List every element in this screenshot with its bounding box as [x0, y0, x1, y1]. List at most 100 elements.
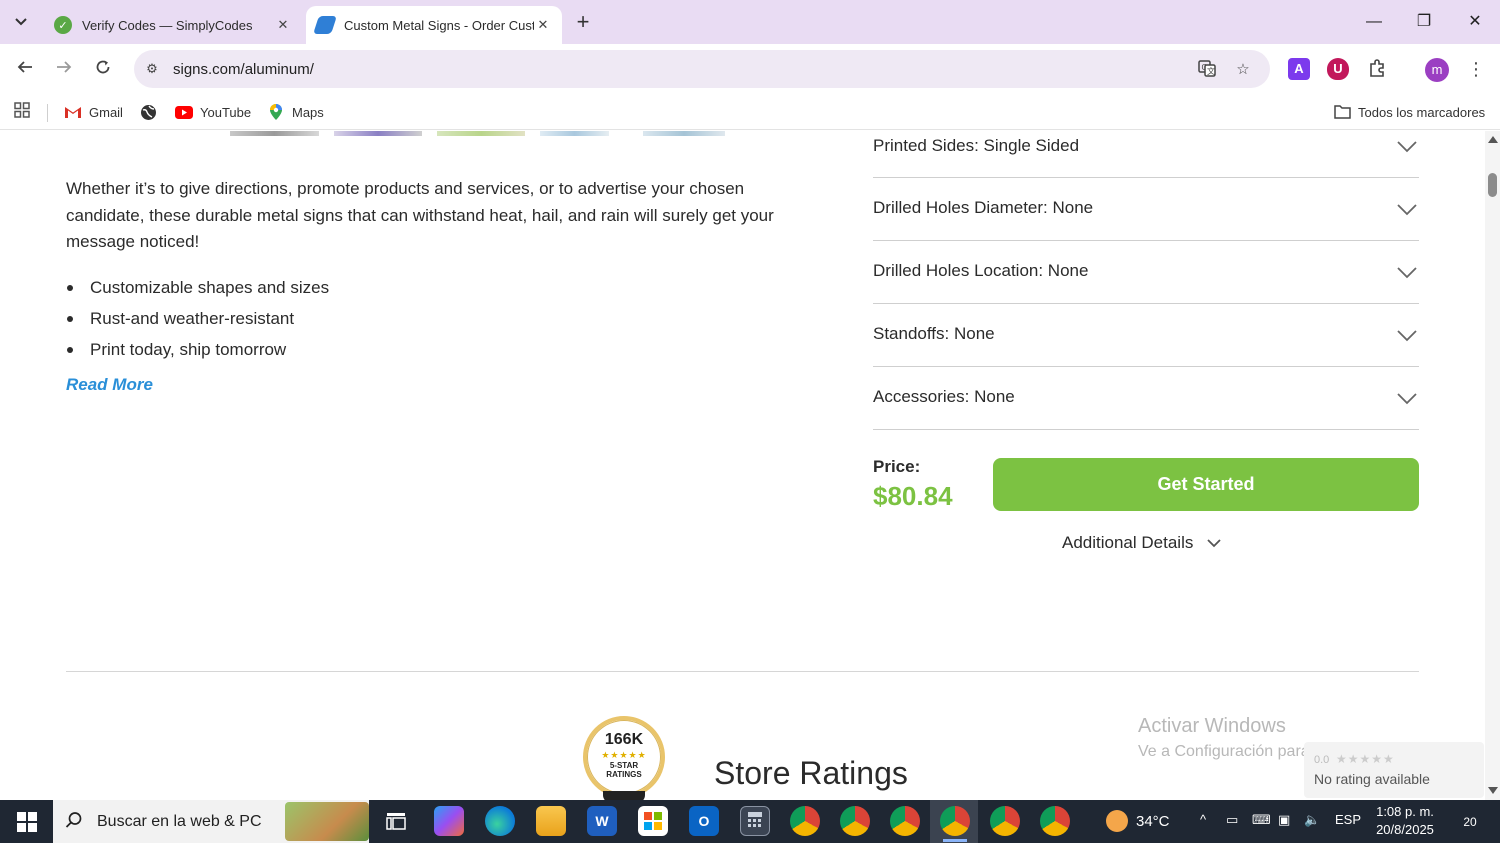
chevron-down-icon [1397, 141, 1417, 153]
badge-line: 5-STAR [609, 761, 639, 770]
signs-icon [313, 16, 337, 34]
search-placeholder: Buscar en la web & PC [97, 813, 262, 830]
option-standoffs[interactable]: Standoffs: None [873, 304, 1419, 367]
bookmark-youtube[interactable]: YouTube [175, 102, 251, 122]
all-bookmarks-button[interactable]: Todos los marcadores [1333, 102, 1485, 122]
bookmark-maps[interactable]: Maps [267, 102, 324, 122]
option-accessories[interactable]: Accessories: None [873, 367, 1419, 430]
start-button[interactable] [0, 800, 53, 843]
network-icon[interactable]: ▣ [1278, 812, 1290, 828]
edge-icon[interactable] [485, 806, 515, 836]
rating-score: 0.0 [1314, 754, 1330, 766]
site-info-icon[interactable]: ⚙ [142, 59, 162, 79]
translate-icon[interactable]: G文 [1196, 59, 1218, 81]
page-scrollbar[interactable] [1485, 131, 1500, 800]
bookmark-globe[interactable] [139, 102, 164, 122]
all-bookmarks-label: Todos los marcadores [1358, 104, 1486, 120]
chrome-profile-icon[interactable] [940, 806, 970, 842]
tab-simplycodes[interactable]: ✓ Verify Codes — SimplyCodes ✕ [44, 6, 302, 44]
product-thumbnail[interactable] [643, 131, 725, 136]
product-thumbnail[interactable] [540, 131, 609, 136]
input-icon[interactable]: ⌨ [1252, 812, 1271, 828]
tab-signs[interactable]: Custom Metal Signs - Order Custom Alumin… [306, 6, 562, 44]
read-more-link[interactable]: Read More [66, 375, 153, 395]
url-text[interactable]: signs.com/aluminum/ [173, 61, 314, 78]
notification-center-icon[interactable]: 20 [1455, 809, 1485, 835]
option-drilled-holes-location[interactable]: Drilled Holes Location: None [873, 241, 1419, 304]
minimize-button[interactable]: — [1350, 8, 1398, 36]
bookmark-star-icon[interactable]: ☆ [1232, 59, 1254, 81]
chrome-profile-icon[interactable] [890, 806, 920, 836]
profile-avatar[interactable]: m [1425, 58, 1449, 82]
maps-icon [267, 104, 285, 120]
chevron-down-icon [1397, 393, 1417, 405]
badge-stars-icon: ★★★★★ [601, 750, 647, 760]
globe-icon [139, 104, 157, 120]
rating-widget[interactable]: 0.0 ★★★★★ No rating available [1304, 742, 1484, 798]
file-explorer-icon[interactable] [536, 806, 566, 836]
chrome-profile-icon[interactable] [840, 806, 870, 836]
feature-item: Rust-and weather-resistant [66, 303, 766, 334]
chevron-down-icon [15, 18, 27, 26]
new-tab-button[interactable]: + [570, 10, 596, 36]
option-printed-sides[interactable]: Printed Sides: Single Sided [873, 131, 1419, 178]
volume-icon[interactable]: 🔈 [1304, 812, 1320, 828]
chevron-down-icon [1397, 267, 1417, 279]
back-arrow-icon [17, 61, 32, 73]
windows-taskbar: Buscar en la web & PC W O 34°C ^ ▭ ⌨ ▣ 🔈… [0, 800, 1500, 843]
chevron-down-icon [1397, 330, 1417, 342]
outlook-icon[interactable]: O [689, 806, 719, 836]
scroll-up-icon[interactable] [1488, 136, 1498, 143]
chrome-profile-icon[interactable] [1040, 806, 1070, 836]
bookmark-label: YouTube [200, 104, 252, 120]
scroll-down-icon[interactable] [1488, 787, 1498, 794]
chevron-up-icon[interactable]: ^ [1200, 812, 1206, 827]
weather-temp: 34°C [1136, 812, 1170, 830]
scroll-thumb[interactable] [1488, 173, 1497, 197]
feature-list: Customizable shapes and sizes Rust-and w… [66, 272, 766, 365]
get-started-button[interactable]: Get Started [993, 458, 1419, 511]
meet-icon[interactable]: ▭ [1226, 812, 1238, 828]
option-label: Drilled Holes Diameter: None [873, 198, 1094, 217]
back-button[interactable] [11, 55, 39, 83]
language-indicator[interactable]: ESP [1335, 812, 1361, 827]
extensions-icon[interactable] [1367, 58, 1389, 80]
tab-search-button[interactable] [6, 8, 36, 36]
option-label: Accessories: None [873, 387, 1015, 406]
bookmark-gmail[interactable]: Gmail [64, 102, 123, 122]
weather-widget[interactable]: 34°C [1106, 810, 1170, 832]
system-clock[interactable]: 1:08 p. m. 20/8/2025 [1360, 803, 1450, 839]
address-bar[interactable]: ⚙ signs.com/aluminum/ G文 ☆ [134, 50, 1270, 88]
close-icon[interactable]: ✕ [274, 17, 292, 33]
calculator-icon[interactable] [740, 806, 770, 836]
chrome-profile-icon[interactable] [990, 806, 1020, 836]
page-content: Whether it’s to give directions, promote… [0, 131, 1485, 800]
copilot-icon[interactable] [434, 806, 464, 836]
reload-button[interactable] [89, 55, 117, 83]
task-view-icon[interactable] [381, 806, 411, 836]
option-drilled-holes-diameter[interactable]: Drilled Holes Diameter: None [873, 178, 1419, 241]
product-thumbnail[interactable] [334, 131, 422, 136]
a-extension-icon[interactable]: A [1288, 58, 1310, 80]
weather-sun-icon [1106, 810, 1128, 832]
product-thumbnail[interactable] [230, 131, 319, 136]
taskbar-search[interactable]: Buscar en la web & PC [53, 800, 369, 843]
chrome-profile-icon[interactable] [790, 806, 820, 836]
store-icon[interactable] [638, 806, 668, 836]
option-label: Standoffs: None [873, 324, 995, 343]
restore-button[interactable]: ❐ [1400, 8, 1448, 36]
product-thumbnail[interactable] [437, 131, 525, 136]
menu-kebab-icon[interactable]: ⋮ [1466, 56, 1486, 82]
additional-details-toggle[interactable]: Additional Details [1062, 533, 1221, 553]
search-icon [65, 811, 83, 834]
close-window-button[interactable]: ✕ [1451, 8, 1499, 36]
badge-line: RATINGS [606, 770, 642, 779]
close-icon[interactable]: ✕ [534, 17, 552, 33]
ublock-icon[interactable]: U [1327, 58, 1349, 80]
rating-status: No rating available [1314, 771, 1430, 787]
word-icon[interactable]: W [587, 806, 617, 836]
tab-title: Verify Codes — SimplyCodes [82, 17, 253, 33]
apps-grid-icon[interactable] [12, 102, 32, 122]
forward-button[interactable] [50, 55, 78, 83]
store-ratings-heading: Store Ratings [714, 755, 908, 791]
